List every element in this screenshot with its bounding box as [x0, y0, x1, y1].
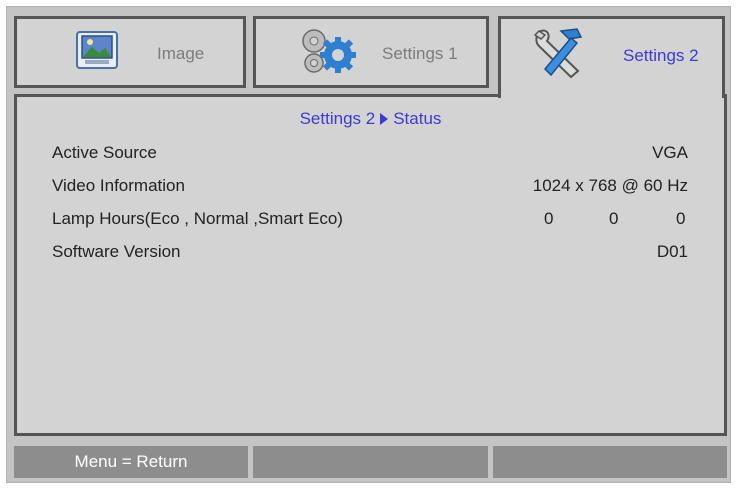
row-software-version: Software Version D01	[52, 242, 688, 266]
tab-settings-2-label: Settings 2	[623, 46, 699, 65]
active-source-label: Active Source	[52, 143, 157, 162]
video-information-label: Video Information	[52, 176, 185, 195]
row-video-information: Video Information 1024 x 768 @ 60 Hz	[52, 176, 688, 200]
tab-settings-1-label: Settings 1	[382, 44, 458, 63]
tab-image-label: Image	[157, 44, 205, 63]
breadcrumb-parent: Settings 2	[299, 109, 376, 128]
menu-return-hint: Menu = Return	[74, 452, 188, 471]
gears-icon	[300, 27, 358, 84]
software-version-label: Software Version	[52, 242, 181, 261]
lamp-hours-normal: 0	[609, 209, 619, 228]
breadcrumb-current: Status	[393, 109, 442, 128]
status-panel: Settings 2 Status Active Source VGA Video…	[14, 94, 727, 436]
software-version-value: D01	[656, 242, 688, 261]
bottom-hint-cell: Menu = Return	[14, 446, 248, 478]
tab-image[interactable]: Image	[14, 16, 246, 88]
lamp-hours-smart-eco: 0	[676, 209, 686, 228]
tab-settings-2[interactable]: Settings 2	[498, 16, 725, 98]
lamp-hours-eco: 0	[544, 209, 554, 228]
row-active-source: Active Source VGA	[52, 143, 688, 167]
breadcrumb: Settings 2 Status	[17, 109, 724, 129]
breadcrumb-arrow-icon	[380, 113, 389, 126]
lamp-hours-label: Lamp Hours(Eco , Normal ,Smart Eco)	[52, 209, 343, 228]
tab-settings-1[interactable]: Settings 1	[253, 16, 489, 88]
bottom-empty-cell-2	[493, 446, 727, 478]
bottom-empty-cell-1	[253, 446, 488, 478]
active-source-value: VGA	[652, 143, 688, 162]
video-information-value: 1024 x 768 @ 60 Hz	[532, 176, 688, 195]
image-icon	[75, 30, 119, 75]
row-lamp-hours: Lamp Hours(Eco , Normal ,Smart Eco) 0 0 …	[52, 209, 688, 233]
wrench-hammer-icon	[531, 25, 591, 86]
